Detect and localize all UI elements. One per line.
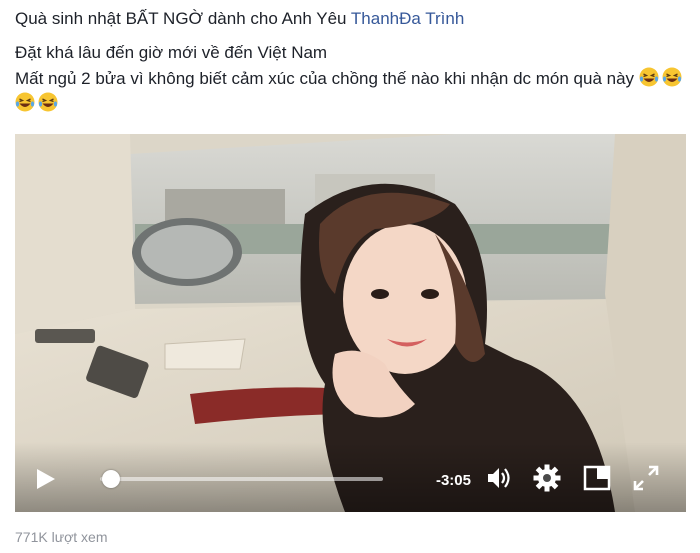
laughing-emoji (15, 92, 35, 112)
post-title: Quà sinh nhật BẤT NGỜ dành cho Anh Yêu (15, 9, 347, 28)
seek-handle[interactable] (102, 470, 121, 488)
fullscreen-button[interactable] (631, 463, 661, 493)
laughing-emoji (639, 67, 659, 86)
settings-gear-icon (533, 464, 561, 492)
laughing-emoji (38, 92, 58, 112)
play-icon (37, 469, 55, 489)
caption-line-1: Đặt khá lâu đến giờ mới về đến Việt Nam (15, 43, 328, 62)
post-headline: Quà sinh nhật BẤT NGỜ dành cho Anh Yêu T… (15, 9, 464, 29)
video-controls: -3:05 (15, 442, 686, 512)
laughing-emoji (662, 67, 682, 86)
caption-line-2: Mất ngủ 2 bửa vì không biết cảm xúc của … (15, 66, 685, 117)
time-remaining: -3:05 (435, 472, 471, 489)
tagged-user-link[interactable]: ThanhĐa Trình (351, 9, 464, 28)
volume-button[interactable] (484, 463, 514, 493)
settings-button[interactable] (532, 463, 562, 493)
video-player[interactable]: -3:05 (15, 134, 686, 512)
post-caption: Đặt khá lâu đến giờ mới về đến Việt Nam … (15, 40, 685, 117)
play-button[interactable] (35, 467, 57, 491)
volume-icon (488, 468, 510, 488)
pip-button[interactable] (582, 463, 612, 493)
seek-bar[interactable] (100, 470, 383, 488)
picture-in-picture-icon (583, 465, 611, 491)
view-count: 771K lượt xem (15, 529, 108, 545)
fullscreen-icon (633, 465, 659, 491)
